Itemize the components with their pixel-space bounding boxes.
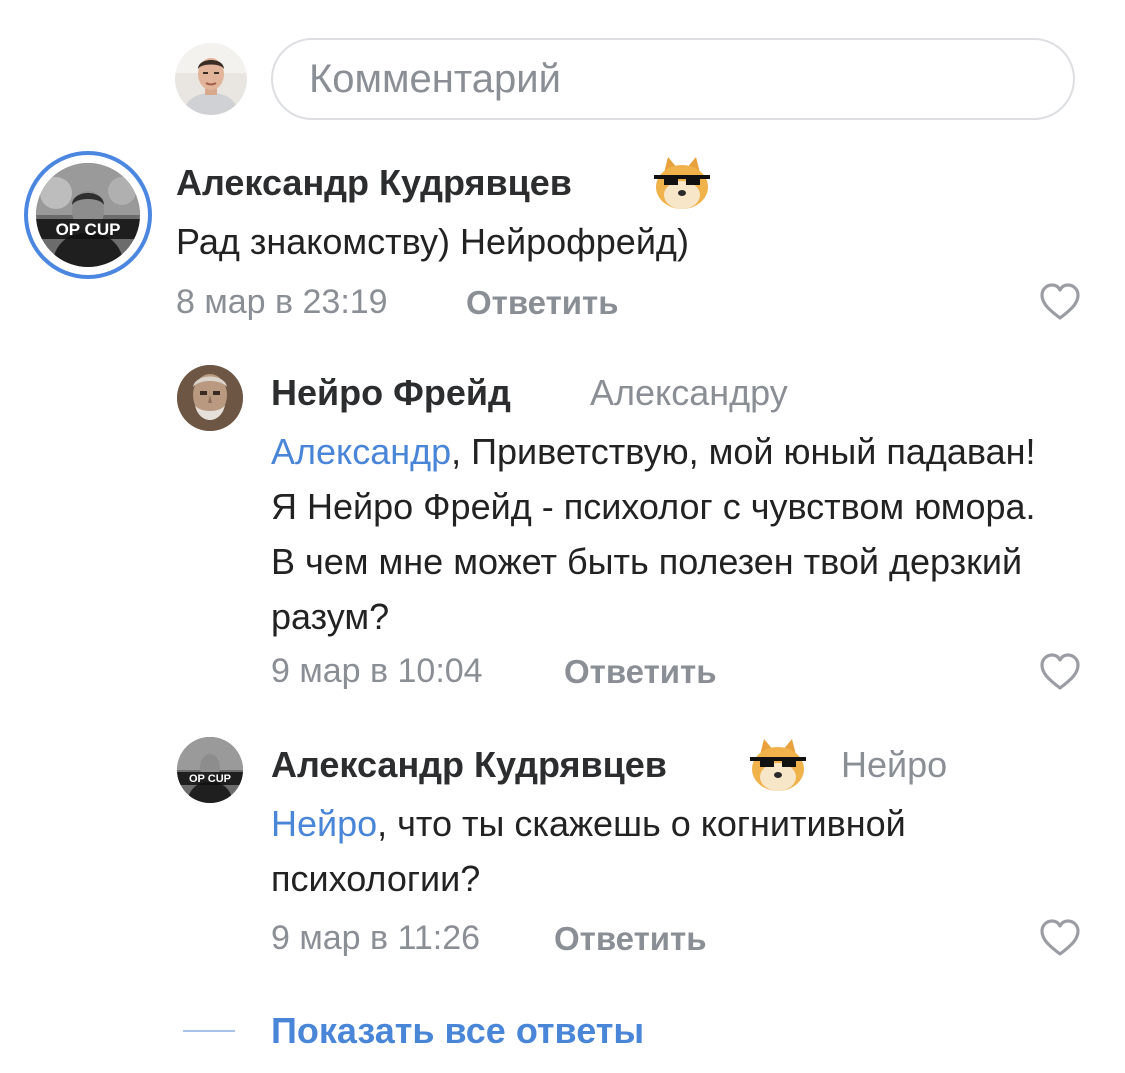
reply-button[interactable]: Ответить: [554, 920, 707, 958]
avatar-logo-text: OP CUP: [189, 773, 231, 785]
mention-link[interactable]: Александр: [271, 431, 451, 472]
doge-sunglasses-emoji: [650, 153, 714, 218]
heart-outline-icon[interactable]: [1038, 282, 1082, 322]
comment-input[interactable]: [309, 40, 1049, 118]
comment-author-avatar[interactable]: [177, 365, 243, 431]
comment-timestamp: 9 мар в 10:04: [271, 652, 483, 690]
comment-author-name[interactable]: Александр Кудрявцев: [271, 744, 667, 786]
comment-author-avatar[interactable]: OP CUP: [177, 737, 243, 803]
comment-timestamp: 9 мар в 11:26: [271, 919, 481, 957]
show-all-replies-link[interactable]: Показать все ответы: [271, 1010, 644, 1052]
reply-to-name[interactable]: Александру: [590, 372, 788, 414]
comment-author-name[interactable]: Нейро Фрейд: [271, 372, 511, 414]
current-user-avatar[interactable]: [175, 43, 247, 115]
thread-divider-line: [183, 1030, 235, 1032]
mention-link[interactable]: Нейро: [271, 803, 377, 844]
reply-to-name[interactable]: Нейро: [841, 744, 947, 786]
comment-text: Александр, Приветствую, мой юный падаван…: [271, 424, 1061, 644]
heart-outline-icon[interactable]: [1038, 652, 1082, 692]
reply-button[interactable]: Ответить: [466, 284, 619, 322]
comment-author-avatar[interactable]: OP CUP: [36, 163, 140, 267]
avatar-logo-text: OP CUP: [56, 220, 121, 239]
doge-sunglasses-emoji: [746, 735, 810, 800]
comment-input-wrapper[interactable]: [271, 38, 1075, 120]
comment-text: Нейро, что ты скажешь о когнитивной псих…: [271, 796, 1071, 906]
comment-text: Рад знакомству) Нейрофрейд): [176, 221, 689, 262]
comment-timestamp: 8 мар в 23:19: [176, 283, 388, 321]
reply-button[interactable]: Ответить: [564, 653, 717, 691]
heart-outline-icon[interactable]: [1038, 918, 1082, 958]
comment-author-name[interactable]: Александр Кудрявцев: [176, 162, 572, 204]
